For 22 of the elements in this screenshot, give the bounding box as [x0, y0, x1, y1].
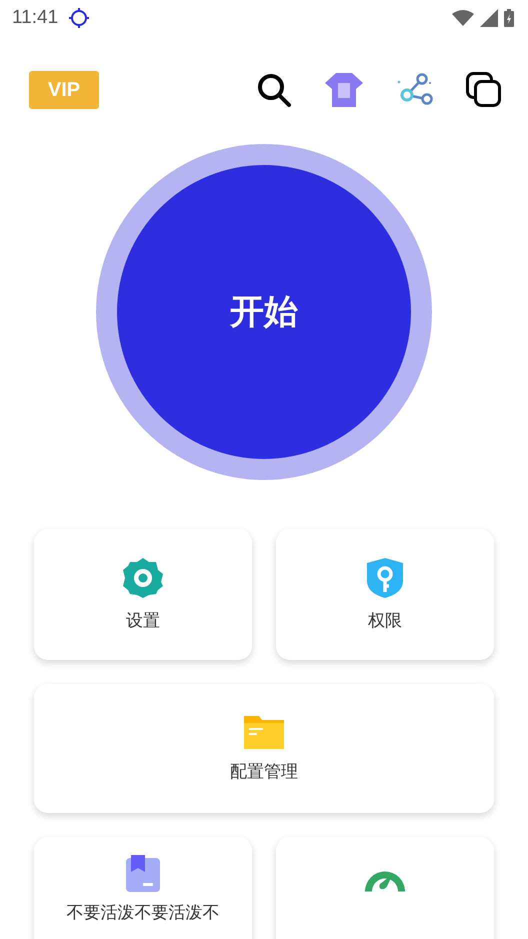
battery-icon — [504, 9, 514, 27]
tile-card[interactable]: 设置 — [34, 529, 252, 660]
copy-icon[interactable] — [466, 72, 502, 108]
search-icon[interactable] — [256, 72, 292, 108]
shield-key-icon — [366, 557, 404, 599]
tile-label: 不要活泼不要活泼不 — [66, 902, 220, 924]
wifi-icon — [452, 10, 474, 26]
tile-card[interactable]: 权限 — [276, 529, 494, 660]
tile-label: 配置管理 — [230, 761, 298, 783]
gauge-icon — [363, 871, 407, 892]
tile-card[interactable]: 不要活泼不要活泼不 — [34, 837, 252, 939]
signal-icon — [480, 9, 498, 27]
folder-icon — [243, 714, 285, 750]
start-button[interactable]: 开始 — [117, 165, 411, 459]
location-icon — [68, 7, 90, 29]
t-shirt-icon[interactable] — [324, 72, 364, 108]
tile-label: 权限 — [368, 610, 402, 632]
tile-label: 设置 — [126, 610, 160, 632]
gear-icon — [122, 557, 164, 599]
status-time: 11:41 — [12, 7, 58, 29]
bookmark-box-icon — [125, 855, 161, 893]
tile-card[interactable]: 配置管理 — [34, 684, 494, 813]
